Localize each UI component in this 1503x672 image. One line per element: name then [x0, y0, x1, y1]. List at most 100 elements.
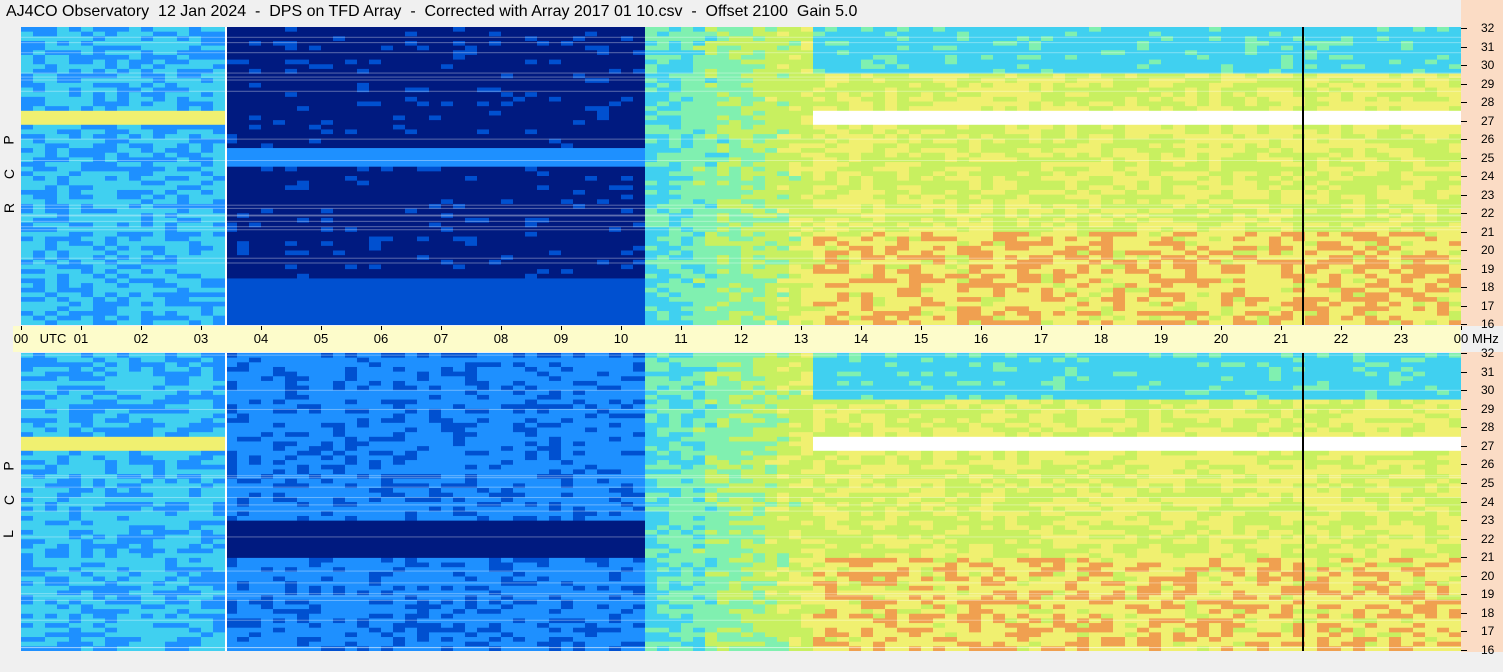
spectrogram-cell [861, 236, 874, 242]
spectrogram-cell [609, 101, 622, 107]
spectrogram-cell [621, 27, 634, 33]
spectrogram-cell [861, 31, 874, 37]
spectrogram-cell [909, 27, 922, 33]
spectrogram-cell [405, 40, 418, 47]
spectrogram-cell [141, 199, 154, 205]
spectrogram-cell [417, 143, 430, 149]
spectrogram-cell [333, 106, 346, 112]
spectrogram-cell [921, 73, 934, 79]
spectrogram-cell [357, 171, 370, 177]
spectrogram-cell [333, 306, 346, 312]
spectrogram-cell [69, 231, 82, 238]
spectrogram-cell [741, 82, 754, 89]
spectrogram-cell [729, 40, 742, 47]
spectrogram-cell [21, 297, 34, 303]
spectrogram-cell [297, 101, 310, 107]
spectrogram-cell [177, 134, 190, 140]
spectrogram-cell [477, 231, 490, 238]
spectrogram-cell [105, 250, 118, 256]
spectrogram-cell [801, 250, 814, 256]
spectrogram-cell [537, 64, 550, 70]
spectrogram-cell [561, 315, 574, 321]
spectrogram-cell [213, 31, 226, 37]
spectrogram-cell [69, 31, 82, 37]
spectrogram-cell [333, 264, 346, 270]
spectrogram-cell [573, 180, 586, 186]
spectrogram-cell [429, 162, 442, 168]
spectrogram-cell [945, 73, 958, 79]
spectrogram-cell [177, 264, 190, 270]
spectrogram-cell [597, 217, 610, 224]
spectrogram-cell [453, 176, 466, 182]
spectrogram-cell [921, 273, 934, 280]
spectrogram-cell [369, 250, 382, 256]
spectrogram-cell [933, 148, 946, 154]
spectrogram-cell [609, 148, 622, 154]
spectrogram-cell [141, 87, 154, 93]
spectrogram-cell [285, 273, 298, 280]
spectrogram-cell [261, 40, 274, 47]
spectrogram-cell [777, 194, 790, 200]
spectrogram-cell [921, 306, 934, 312]
spectrogram-cell [465, 27, 478, 33]
spectrogram-cell [429, 101, 442, 107]
spectrogram-cell [621, 64, 634, 70]
spectrogram-cell [33, 45, 46, 51]
spectrogram-cell [453, 148, 466, 154]
spectrogram-cell [549, 78, 562, 84]
spectrogram-cell [405, 236, 418, 242]
spectrogram-cell [741, 278, 754, 284]
spectrogram-cell [69, 259, 82, 266]
spectrogram-cell [417, 45, 430, 51]
spectrogram-cell [537, 120, 550, 126]
spectrogram-cell [189, 73, 202, 79]
spectrogram-cell [789, 162, 802, 168]
spectrogram-cell [621, 306, 634, 312]
spectrogram-cell [285, 301, 298, 307]
spectrogram-cell [861, 269, 874, 275]
spectrogram-cell [585, 250, 598, 256]
spectrogram-cell [297, 236, 310, 242]
spectrogram-cell [597, 315, 610, 321]
spectrogram-cell [777, 27, 790, 33]
spectrogram-cell [645, 208, 658, 214]
spectrogram-cell [201, 194, 214, 200]
spectrogram-cell [21, 283, 34, 289]
spectrogram-cell [897, 241, 910, 247]
spectrogram-cell [477, 194, 490, 200]
spectrogram-cell [909, 87, 922, 93]
spectrogram-cell [501, 106, 514, 112]
spectrogram-cell [741, 236, 754, 242]
spectrogram-cell [33, 269, 46, 275]
spectrogram-cell [285, 292, 298, 298]
spectrogram-cell [801, 292, 814, 298]
spectrogram-cell [789, 73, 802, 79]
spectrogram-cell [21, 199, 34, 205]
spectrogram-cell [105, 171, 118, 177]
spectrogram-cell [621, 134, 634, 140]
spectrogram-cell [945, 78, 958, 84]
spectrogram-cell [345, 110, 358, 117]
spectrogram-cell [837, 166, 850, 172]
spectrogram-cell [573, 129, 586, 135]
spectrogram-cell [933, 315, 946, 321]
spectrogram-cell [177, 269, 190, 275]
spectrogram-cell [525, 306, 538, 312]
spectrogram-cell [849, 166, 862, 172]
spectrogram-cell [453, 82, 466, 89]
spectrogram-cell [501, 189, 514, 196]
spectrogram-cell [69, 162, 82, 168]
spectrogram-cell [489, 241, 502, 247]
spectrogram-cell [33, 241, 46, 247]
spectrogram-cell [561, 45, 574, 51]
spectrogram-cell [693, 87, 706, 93]
spectrogram-cell [381, 78, 394, 84]
spectrogram-cell [621, 245, 634, 252]
spectrogram-cell [849, 162, 862, 168]
spectrogram-cell [249, 124, 262, 131]
spectrogram-cell [789, 180, 802, 186]
spectrogram-cell [873, 106, 886, 112]
spectrogram-cell [501, 162, 514, 168]
spectrogram-cell [333, 180, 346, 186]
spectrogram-cell [237, 283, 250, 289]
